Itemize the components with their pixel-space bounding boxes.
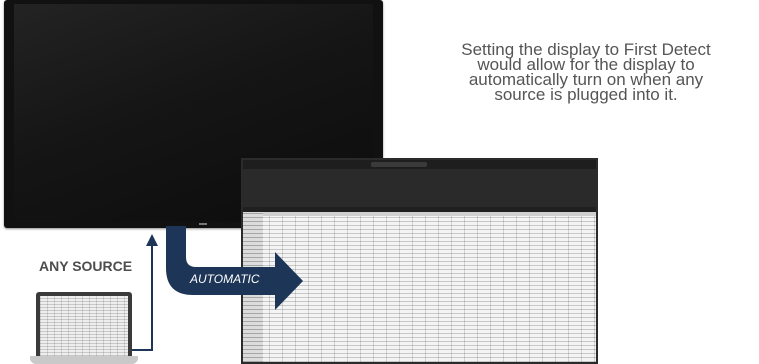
any-source-label: ANY SOURCE [39,258,133,274]
automatic-arrow-body [166,226,303,310]
connection-arrows [132,226,303,351]
source-cable-line [132,244,153,351]
automatic-label: AUTOMATIC [190,272,260,286]
source-arrowhead-icon [146,234,158,246]
